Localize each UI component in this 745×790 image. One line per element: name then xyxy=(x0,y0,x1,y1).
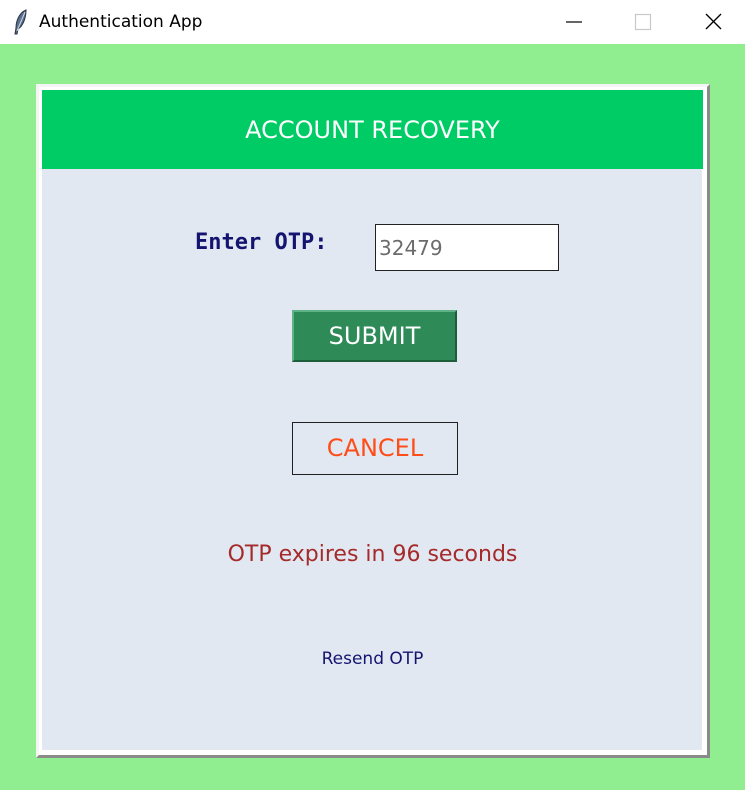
card-header: ACCOUNT RECOVERY xyxy=(42,90,703,169)
window-title: Authentication App xyxy=(39,12,203,32)
app-window: Authentication App ACCOUNT RECOVERY Ente… xyxy=(0,0,745,790)
recovery-card: ACCOUNT RECOVERY Enter OTP: SUBMIT CANCE… xyxy=(36,84,710,758)
cancel-button[interactable]: CANCEL xyxy=(292,422,458,475)
submit-button[interactable]: SUBMIT xyxy=(292,310,457,362)
card-panel: ACCOUNT RECOVERY Enter OTP: SUBMIT CANCE… xyxy=(42,90,704,752)
maximize-icon xyxy=(634,13,652,31)
page-title: ACCOUNT RECOVERY xyxy=(245,116,500,144)
close-button[interactable] xyxy=(690,0,736,44)
maximize-button[interactable] xyxy=(619,0,665,44)
close-icon xyxy=(705,13,722,30)
title-bar[interactable]: Authentication App xyxy=(0,0,745,44)
otp-label: Enter OTP: xyxy=(195,230,328,255)
minimize-icon xyxy=(566,21,582,23)
resend-otp-link[interactable]: Resend OTP xyxy=(42,647,703,671)
otp-expiry-text: OTP expires in 96 seconds xyxy=(227,542,518,567)
minimize-button[interactable] xyxy=(550,0,596,44)
feather-icon xyxy=(12,9,30,35)
otp-input[interactable] xyxy=(375,224,559,271)
